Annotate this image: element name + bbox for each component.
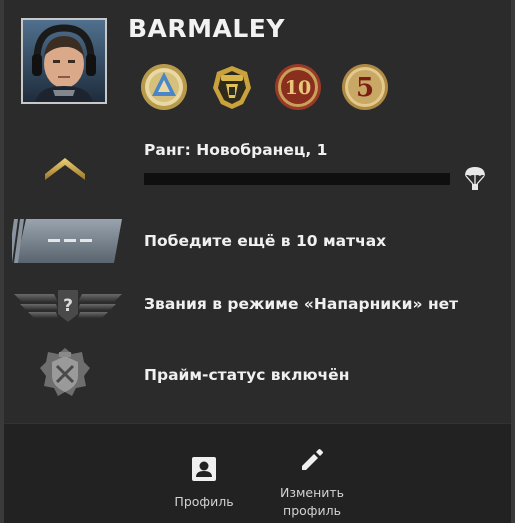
prime-status-icon [38, 346, 92, 404]
avatar[interactable] [21, 18, 107, 104]
footer-bar: Профиль Изменить профиль [4, 423, 511, 523]
xp-progress-bar [144, 173, 450, 185]
parachute-icon [463, 165, 487, 191]
pencil-icon [299, 447, 325, 477]
rank-chevron-icon [41, 146, 89, 182]
svg-text:10: 10 [285, 77, 311, 99]
prime-status-text: Прайм-статус включён [144, 366, 350, 384]
ten-year-coin-icon[interactable]: 10 [273, 62, 323, 112]
svg-text:5: 5 [356, 73, 374, 103]
edit-profile-label-line1: Изменить [279, 485, 345, 500]
wingman-rank-icon: ? [14, 288, 122, 328]
edit-profile-button[interactable]: Изменить профиль [262, 424, 362, 523]
service-medal-icon[interactable] [139, 62, 189, 112]
username: BARMALEY [128, 14, 285, 43]
wingman-rank-text: Звания в режиме «Напарники» нет [144, 295, 459, 313]
wins-needed-text: Победите ещё в 10 матчах [144, 232, 387, 250]
operation-coin-icon[interactable] [207, 62, 257, 112]
five-year-coin-icon[interactable]: 5 [340, 62, 390, 112]
unranked-badge-icon [8, 219, 122, 267]
rank-label: Ранг: Новобранец, 1 [144, 141, 328, 159]
profile-button-label: Профиль [174, 494, 234, 509]
profile-button[interactable]: Профиль [154, 424, 254, 523]
edit-profile-label-line2: профиль [283, 503, 341, 518]
profile-icon [191, 456, 217, 486]
svg-text:?: ? [63, 296, 73, 316]
